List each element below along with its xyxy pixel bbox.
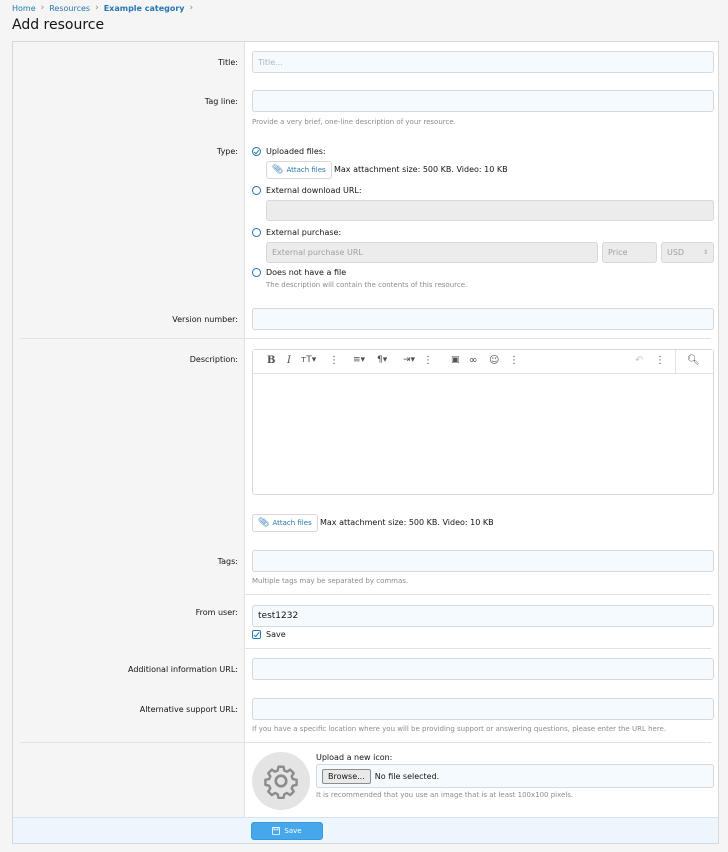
icon-hint: It is recommended that you use an image … (316, 791, 574, 799)
support-url-input[interactable] (252, 698, 714, 720)
attach-info: Max attachment size: 500 KB. Video: 10 K… (334, 165, 508, 174)
divider (20, 742, 711, 743)
more-icon[interactable]: ⋮ (655, 355, 665, 366)
no-file-hint: The description will contain the content… (266, 281, 468, 289)
paragraph-icon[interactable]: ¶▾ (377, 355, 387, 365)
title-label: Title: (218, 58, 238, 67)
from-user-input[interactable]: test1232 (252, 605, 714, 627)
description-attach-info: Max attachment size: 500 KB. Video: 10 K… (320, 518, 494, 527)
title-input[interactable]: Title... (252, 51, 714, 73)
attach-files-button[interactable]: 📎︎ Attach files (266, 161, 332, 179)
support-url-hint: If you have a specific location where yo… (252, 725, 667, 733)
undo-icon[interactable]: ↶ (635, 355, 643, 366)
bold-icon[interactable]: B (267, 355, 275, 366)
save-button-label: Save (284, 827, 302, 835)
from-user-label: From user: (195, 608, 238, 617)
save-user-label: Save (266, 630, 286, 639)
divider (245, 594, 711, 595)
purchase-url-input[interactable]: External purchase URL (266, 242, 598, 263)
type-no-file-radio[interactable] (252, 268, 261, 277)
icon-file-input[interactable]: Browse... No file selected. (316, 764, 714, 788)
type-uploaded-radio[interactable] (252, 147, 261, 156)
resource-icon-preview (252, 752, 310, 810)
tags-input[interactable] (252, 550, 714, 572)
type-external-url-radio[interactable] (252, 186, 261, 195)
paperclip-icon: 📎︎ (272, 165, 284, 175)
smile-icon[interactable]: ☺ (489, 355, 499, 366)
external-url-input[interactable] (266, 200, 714, 221)
save-user-checkbox[interactable] (252, 630, 261, 639)
description-editor[interactable]: B I тT▾ ⋮ ≡▾ ¶▾ ⇥▾ ⋮ ▣ ∞ ☺ ⋮ ↶ ⋮ 🔍︎ (252, 349, 714, 495)
description-attach-label: Attach files (272, 519, 312, 527)
more-icon[interactable]: ⋮ (329, 355, 339, 366)
chevron-right-icon: › (40, 3, 45, 13)
type-external-purchase-radio[interactable] (252, 228, 261, 237)
breadcrumb: Home › Resources › Example category › (12, 3, 193, 13)
description-label: Description: (189, 355, 238, 364)
more-icon[interactable]: ⋮ (423, 355, 433, 366)
tagline-label: Tag line: (204, 97, 238, 106)
form-footer: Save (13, 817, 718, 843)
breadcrumb-resources[interactable]: Resources (49, 4, 90, 13)
type-label: Type: (216, 147, 238, 156)
type-external-url-label: External download URL: (266, 186, 362, 195)
currency-select[interactable]: USD ⇕ (661, 242, 714, 263)
image-icon[interactable]: ▣ (451, 355, 460, 365)
type-uploaded-label: Uploaded files: (266, 147, 326, 156)
align-icon[interactable]: ≡▾ (353, 355, 365, 365)
page-title: Add resource (12, 17, 105, 33)
version-input[interactable] (252, 308, 714, 330)
description-attach-button[interactable]: 📎︎ Attach files (252, 514, 318, 532)
tagline-hint: Provide a very brief, one-line descripti… (252, 118, 456, 126)
italic-icon[interactable]: I (287, 355, 291, 366)
save-button[interactable]: Save (251, 822, 323, 840)
tags-hint: Multiple tags may be separated by commas… (252, 577, 409, 585)
save-icon (272, 827, 281, 835)
more-icon[interactable]: ⋮ (509, 355, 519, 366)
add-resource-form: Title: Title... Tag line: Provide a very… (12, 41, 719, 844)
editor-toolbar: B I тT▾ ⋮ ≡▾ ¶▾ ⇥▾ ⋮ ▣ ∞ ☺ ⋮ ↶ ⋮ 🔍︎ (253, 350, 713, 374)
additional-url-label: Additional information URL: (128, 665, 238, 674)
upload-icon-label: Upload a new icon: (316, 753, 393, 762)
indent-icon[interactable]: ⇥▾ (403, 355, 415, 365)
paperclip-icon: 📎︎ (258, 518, 270, 528)
type-external-purchase-label: External purchase: (266, 228, 342, 237)
toolbar-divider (675, 350, 676, 373)
chevron-right-icon: › (189, 3, 194, 13)
breadcrumb-category[interactable]: Example category (104, 4, 185, 13)
support-url-label: Alternative support URL: (139, 705, 238, 714)
chevron-right-icon: › (95, 3, 99, 13)
version-label: Version number: (172, 315, 238, 324)
currency-value: USD (667, 248, 685, 257)
type-no-file-label: Does not have a file (266, 268, 347, 277)
font-size-icon[interactable]: тT▾ (301, 355, 316, 365)
select-arrows-icon: ⇕ (702, 249, 708, 256)
additional-url-input[interactable] (252, 658, 714, 680)
divider (245, 648, 711, 649)
browse-button[interactable]: Browse... (322, 768, 371, 784)
tags-label: Tags: (217, 557, 238, 566)
preview-icon[interactable]: 🔍︎ (687, 355, 700, 366)
price-input[interactable]: Price (602, 242, 657, 263)
breadcrumb-home[interactable]: Home (12, 4, 36, 13)
file-status: No file selected. (374, 771, 440, 781)
link-icon[interactable]: ∞ (469, 355, 477, 366)
gear-icon (264, 765, 298, 799)
attach-files-label: Attach files (286, 166, 326, 174)
tagline-input[interactable] (252, 90, 714, 112)
label-column (13, 42, 245, 818)
divider (20, 338, 711, 339)
